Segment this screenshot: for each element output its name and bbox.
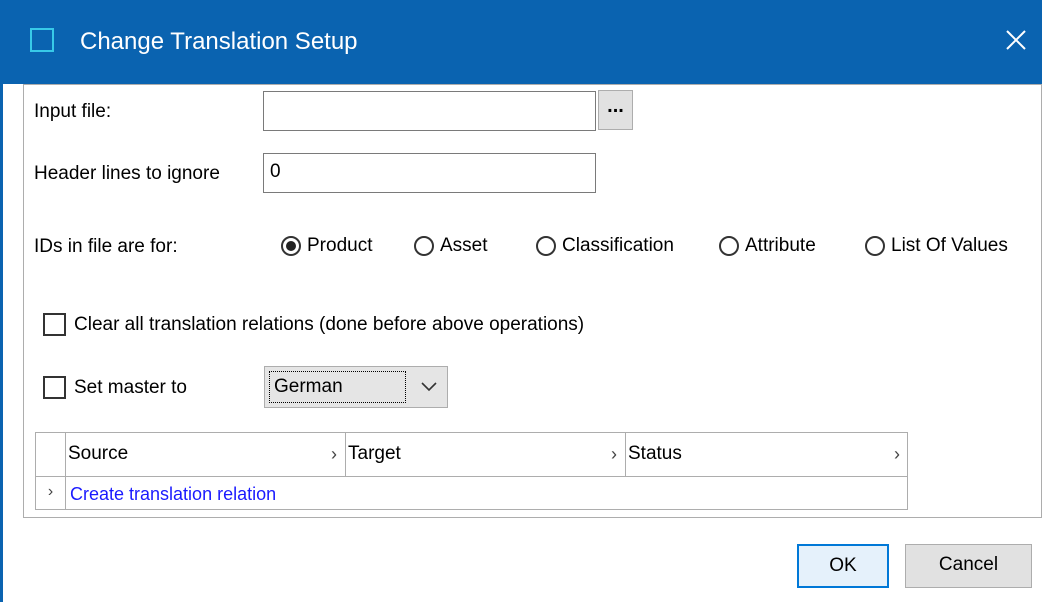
radio-button[interactable] [536, 236, 556, 256]
radio-classification[interactable]: Classification [536, 232, 674, 260]
radio-attribute[interactable]: Attribute [719, 232, 816, 260]
radio-button[interactable] [865, 236, 885, 256]
master-language-select[interactable]: German [264, 366, 448, 408]
ok-button[interactable]: OK [797, 544, 889, 588]
column-header-target[interactable]: Target › [346, 433, 626, 477]
column-header-source[interactable]: Source › [66, 433, 346, 477]
column-header-label: Status [628, 443, 682, 464]
chevron-right-icon: › [47, 483, 54, 500]
column-header-label: Target [348, 443, 401, 464]
radio-label: Product [307, 235, 373, 256]
clear-relations-label[interactable]: Clear all translation relations (done be… [74, 313, 584, 337]
radio-product[interactable]: Product [281, 232, 372, 260]
chevron-right-icon: › [331, 444, 337, 464]
create-translation-relation-link[interactable]: Create translation relation [70, 482, 276, 506]
radio-list-of-values[interactable]: List Of Values [865, 232, 1008, 260]
set-master-checkbox[interactable] [43, 376, 66, 399]
cancel-button[interactable]: Cancel [905, 544, 1032, 588]
radio-label: List Of Values [891, 235, 1008, 256]
row-header: › [36, 477, 66, 509]
browse-button[interactable]: ... [598, 90, 633, 130]
ids-label: IDs in file are for: [34, 236, 178, 257]
chevron-down-icon [421, 382, 437, 392]
window-border [0, 84, 3, 602]
input-file-label: Input file: [34, 101, 112, 122]
header-lines-label: Header lines to ignore [34, 163, 220, 184]
title-bar: Change Translation Setup [0, 0, 1042, 84]
set-master-label[interactable]: Set master to [74, 376, 187, 400]
radio-button-checked[interactable] [281, 236, 301, 256]
header-lines-field[interactable]: 0 [263, 153, 596, 193]
radio-label: Asset [440, 235, 488, 256]
radio-label: Classification [562, 235, 674, 256]
chevron-right-icon: › [894, 444, 900, 464]
close-button[interactable] [990, 14, 1042, 66]
column-header-status[interactable]: Status › [626, 433, 908, 477]
chevron-right-icon: › [611, 444, 617, 464]
master-language-value: German [269, 371, 406, 403]
radio-button[interactable] [414, 236, 434, 256]
radio-button[interactable] [719, 236, 739, 256]
radio-asset[interactable]: Asset [414, 232, 488, 260]
radio-label: Attribute [745, 235, 816, 256]
close-icon [1006, 30, 1026, 50]
window-title: Change Translation Setup [80, 28, 358, 55]
clear-relations-checkbox[interactable] [43, 313, 66, 336]
app-icon [30, 28, 54, 52]
translation-grid: Source › Target › Status › › Create tran… [35, 432, 908, 510]
grid-corner [36, 433, 66, 477]
input-file-field[interactable] [263, 91, 596, 131]
column-header-label: Source [68, 443, 129, 464]
